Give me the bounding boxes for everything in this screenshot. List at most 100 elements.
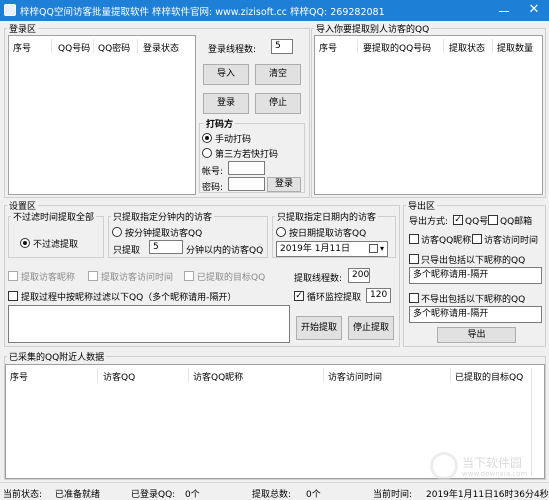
loop-monitor-checkbox[interactable]: ✓	[294, 291, 304, 301]
export-visitor-nick-checkbox[interactable]	[409, 234, 419, 244]
exclude-checkbox[interactable]	[409, 293, 419, 303]
status-total-label: 提取总数:	[252, 490, 292, 500]
target-col-index[interactable]: 序号	[319, 41, 337, 54]
export-qq-checkbox[interactable]: ✓	[453, 215, 463, 225]
status-state-label: 当前状态:	[3, 490, 43, 500]
export-method-label: 导出方式:	[409, 217, 449, 227]
captcha-group-label: 打码方	[204, 117, 236, 130]
minutes-input[interactable]: 5	[149, 240, 183, 254]
date-picker[interactable]: 2019年 1月11日 ▾	[276, 241, 388, 257]
stop-login-button[interactable]: 停止	[255, 93, 301, 114]
captcha-account-label: 帐号:	[202, 167, 224, 177]
minutes-group-label: 只提取指定分钟内的访客	[111, 210, 215, 223]
close-button[interactable]: ✕	[525, 2, 543, 18]
login-button[interactable]: 登录	[203, 93, 249, 114]
target-col-status[interactable]: 提取状态	[449, 41, 485, 54]
extract-nickname-label: 提取访客昵称	[21, 273, 76, 283]
exclude-input[interactable]: 多个昵称请用-隔开	[409, 306, 542, 323]
status-state-value: 已准备就绪	[55, 490, 101, 500]
minutes-radio[interactable]	[112, 227, 122, 237]
collected-col-visitor-nick[interactable]: 访客QQ昵称	[193, 370, 243, 383]
column-divider	[137, 39, 138, 53]
filter-nickname-checkbox[interactable]	[8, 291, 18, 301]
watermark: 当下软件园 www.downxia.com	[430, 452, 548, 482]
extract-threads-label: 提取线程数:	[294, 274, 343, 284]
captcha-account-input[interactable]	[228, 161, 265, 175]
import-button[interactable]: 导入	[203, 64, 249, 85]
target-col-count[interactable]: 提取数量	[497, 41, 533, 54]
chevron-down-icon[interactable]: ▾	[380, 242, 384, 256]
loop-interval-input[interactable]: 120	[366, 288, 391, 303]
thread-count-input[interactable]: 5	[271, 39, 293, 54]
app-icon	[4, 4, 16, 16]
captcha-login-button[interactable]: 登录	[267, 177, 301, 192]
no-filter-radio[interactable]	[20, 238, 30, 248]
start-extract-button[interactable]: 开始提取	[296, 316, 342, 340]
filter-nickname-textarea[interactable]	[8, 305, 290, 343]
exclude-label: 不导出包括以下昵称的QQ	[421, 295, 526, 305]
column-divider	[97, 368, 98, 382]
collected-col-visitor-qq[interactable]: 访客QQ	[103, 370, 135, 383]
export-visitor-time-label: 访客访问时间	[484, 236, 539, 246]
collected-group-label: 已采集的QQ附近人数据	[7, 350, 107, 363]
only-include-checkbox[interactable]	[409, 254, 419, 264]
column-divider	[357, 39, 358, 53]
login-account-list[interactable]: 序号 QQ号码 QQ密码 登录状态	[8, 35, 196, 195]
watermark-name: 当下软件园	[462, 456, 523, 470]
collected-col-target-qq[interactable]: 已提取的目标QQ	[455, 370, 523, 383]
captcha-manual-label: 手动打码	[215, 135, 252, 145]
extract-nickname-checkbox[interactable]	[8, 271, 18, 281]
watermark-logo-icon	[430, 452, 458, 480]
login-group-label: 登录区	[7, 22, 39, 35]
thread-count-label: 登录线程数:	[208, 45, 257, 55]
export-email-checkbox[interactable]	[488, 215, 498, 225]
extracted-target-checkbox[interactable]	[184, 271, 194, 281]
column-divider	[93, 39, 94, 53]
target-qq-list[interactable]: 序号 要提取的QQ号码 提取状态 提取数量	[314, 35, 543, 195]
export-group-label: 导出区	[406, 199, 438, 212]
only-include-input[interactable]: 多个昵称请用-隔开	[409, 267, 542, 284]
column-divider	[188, 368, 189, 382]
captcha-password-input[interactable]	[228, 177, 265, 191]
title-bar: 梓梓QQ空间访客批量提取软件 梓梓软件官网: www.zizisoft.cc 梓…	[0, 0, 549, 21]
date-radio[interactable]	[276, 227, 286, 237]
status-logged-label: 已登录QQ:	[131, 490, 176, 500]
only-include-label: 只导出包括以下昵称的QQ	[421, 256, 526, 266]
export-email-label: QQ邮箱	[500, 217, 533, 227]
minimize-button[interactable]	[497, 2, 511, 18]
captcha-thirdparty-label: 第三方若快打码	[215, 150, 279, 160]
clear-button[interactable]: 清空	[255, 64, 301, 85]
column-divider	[492, 39, 493, 53]
minutes-prefix-label: 只提取	[113, 246, 141, 256]
date-radio-label: 按日期提取访客QQ	[289, 229, 367, 239]
captcha-password-label: 密码:	[202, 183, 224, 193]
login-col-status[interactable]: 登录状态	[143, 41, 179, 54]
date-group-label: 只提取指定日期内的访客	[275, 210, 379, 223]
login-col-password[interactable]: QQ密码	[98, 41, 130, 54]
minutes-radio-label: 按分钟提取访客QQ	[125, 229, 203, 239]
calendar-icon[interactable]	[369, 244, 378, 253]
collected-col-visit-time[interactable]: 访客访问时间	[328, 370, 382, 383]
export-visitor-nick-label: 访客QQ昵称	[421, 236, 472, 246]
extract-threads-input[interactable]: 200	[348, 268, 370, 283]
status-total-value: 0个	[306, 490, 321, 500]
window-title: 梓梓QQ空间访客批量提取软件 梓梓软件官网: www.zizisoft.cc 梓…	[20, 7, 385, 18]
export-button[interactable]: 导出	[437, 327, 516, 343]
login-col-qq[interactable]: QQ号码	[58, 41, 90, 54]
login-col-index[interactable]: 序号	[13, 41, 31, 54]
date-picker-value: 2019年 1月11日	[280, 244, 350, 254]
status-logged-value: 0个	[185, 490, 200, 500]
captcha-manual-radio[interactable]	[202, 133, 212, 143]
extract-visit-time-checkbox[interactable]	[88, 271, 98, 281]
captcha-thirdparty-radio[interactable]	[202, 148, 212, 158]
column-divider	[51, 39, 52, 53]
export-visitor-time-checkbox[interactable]	[472, 234, 482, 244]
column-divider	[323, 368, 324, 382]
status-time-label: 当前时间:	[373, 490, 413, 500]
stop-extract-button[interactable]: 停止提取	[348, 316, 394, 340]
extract-visit-time-label: 提取访客访问时间	[101, 273, 174, 283]
target-col-qq[interactable]: 要提取的QQ号码	[363, 41, 431, 54]
no-filter-radio-label: 不过滤提取	[33, 240, 79, 250]
collected-col-index[interactable]: 序号	[10, 370, 28, 383]
loop-monitor-label: 循环监控提取	[307, 293, 362, 303]
